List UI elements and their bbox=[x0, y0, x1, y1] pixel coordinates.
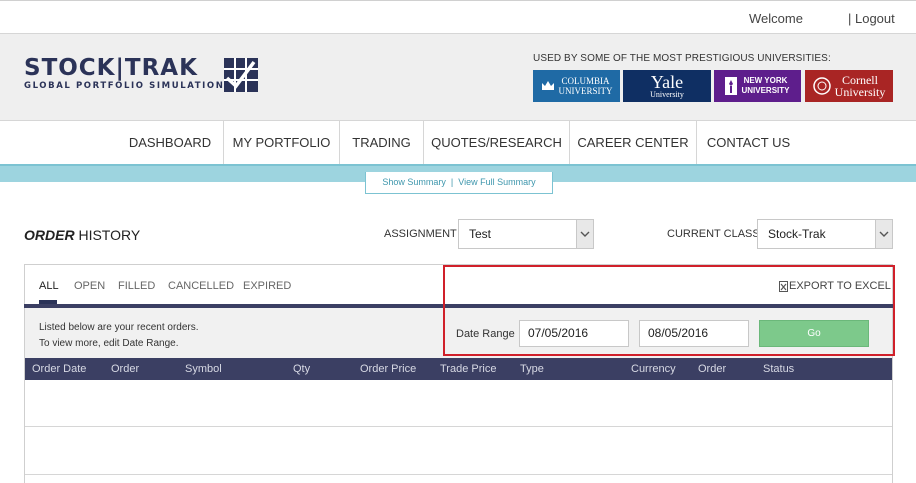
nav-quotes-research[interactable]: QUOTES/RESEARCH bbox=[423, 121, 569, 164]
nav-contact-us[interactable]: CONTACT US bbox=[696, 121, 800, 164]
nav-career-center[interactable]: CAREER CENTER bbox=[569, 121, 696, 164]
current-class-select[interactable]: Stock-Trak bbox=[757, 219, 893, 249]
summary-toggle: Show Summary | View Full Summary bbox=[365, 172, 553, 194]
columbia-line2: UNIVERSITY bbox=[558, 86, 613, 96]
col-order-price[interactable]: Order Price bbox=[360, 363, 416, 375]
highlight-box bbox=[443, 265, 895, 356]
info-line1: Listed below are your recent orders. bbox=[39, 322, 199, 333]
logo-chart-icon bbox=[224, 58, 258, 92]
seal-icon bbox=[812, 77, 831, 95]
nyu-line2: UNIVERSITY bbox=[741, 86, 790, 95]
page-title: ORDER HISTORY bbox=[24, 227, 140, 243]
logout-link[interactable]: | Logout bbox=[848, 11, 895, 26]
table-row bbox=[25, 428, 892, 475]
show-summary-link[interactable]: Show Summary bbox=[382, 177, 446, 187]
crown-icon bbox=[541, 81, 554, 90]
col-symbol[interactable]: Symbol bbox=[185, 363, 222, 375]
page-title-bold: ORDER bbox=[24, 227, 75, 243]
nav-trading[interactable]: TRADING bbox=[339, 121, 423, 164]
top-bar: Welcome | Logout bbox=[0, 0, 916, 34]
site-header: STOCK|TRAK GLOBAL PORTFOLIO SIMULATIONS … bbox=[0, 34, 916, 121]
chevron-down-icon bbox=[875, 220, 892, 248]
orders-table-header: Order Date Order Symbol Qty Order Price … bbox=[25, 358, 892, 380]
assignment-value: Test bbox=[469, 227, 492, 241]
assignment-label: ASSIGNMENT bbox=[384, 228, 457, 240]
col-trade-price[interactable]: Trade Price bbox=[440, 363, 496, 375]
table-row bbox=[25, 380, 892, 427]
tab-expired[interactable]: EXPIRED bbox=[243, 280, 291, 292]
info-text: Listed below are your recent orders. To … bbox=[39, 320, 199, 352]
cornell-logo: Cornell University bbox=[805, 70, 893, 102]
chevron-down-icon bbox=[576, 220, 593, 248]
tab-cancelled[interactable]: CANCELLED bbox=[168, 280, 234, 292]
nav-dashboard[interactable]: DASHBOARD bbox=[117, 121, 223, 164]
universities-heading: USED BY SOME OF THE MOST PRESTIGIOUS UNI… bbox=[533, 53, 831, 64]
cornell-line2: University bbox=[834, 85, 886, 99]
nyu-logo: NEW YORK UNIVERSITY bbox=[714, 70, 801, 102]
col-order-2[interactable]: Order bbox=[698, 363, 726, 375]
columbia-logo: COLUMBIA UNIVERSITY bbox=[533, 70, 620, 102]
col-status[interactable]: Status bbox=[763, 363, 794, 375]
nyu-line1: NEW YORK bbox=[743, 76, 788, 85]
col-currency[interactable]: Currency bbox=[631, 363, 676, 375]
yale-line1: Yale bbox=[650, 71, 684, 92]
page-title-rest: HISTORY bbox=[78, 227, 141, 243]
nav-my-portfolio[interactable]: MY PORTFOLIO bbox=[223, 121, 339, 164]
current-class-value: Stock-Trak bbox=[768, 227, 826, 241]
yale-logo: Yale University bbox=[623, 70, 711, 102]
col-order-date[interactable]: Order Date bbox=[32, 363, 86, 375]
yale-line2: University bbox=[650, 89, 684, 99]
columbia-line1: COLUMBIA bbox=[561, 76, 610, 86]
torch-icon bbox=[725, 77, 738, 95]
assignment-select[interactable]: Test bbox=[458, 219, 594, 249]
stocktrak-logo[interactable]: STOCK|TRAK GLOBAL PORTFOLIO SIMULATIONS bbox=[24, 56, 264, 96]
view-full-summary-link[interactable]: View Full Summary bbox=[458, 177, 535, 187]
summary-separator: | bbox=[450, 177, 454, 187]
tab-all[interactable]: ALL bbox=[39, 280, 59, 292]
current-class-label: CURRENT CLASS bbox=[667, 228, 760, 240]
col-qty[interactable]: Qty bbox=[293, 363, 310, 375]
info-line2: To view more, edit Date Range. bbox=[39, 338, 179, 349]
tab-filled[interactable]: FILLED bbox=[118, 280, 155, 292]
col-order[interactable]: Order bbox=[111, 363, 139, 375]
welcome-text: Welcome bbox=[749, 11, 803, 26]
main-nav: DASHBOARD MY PORTFOLIO TRADING QUOTES/RE… bbox=[0, 121, 916, 164]
col-type[interactable]: Type bbox=[520, 363, 544, 375]
tab-open[interactable]: OPEN bbox=[74, 280, 105, 292]
